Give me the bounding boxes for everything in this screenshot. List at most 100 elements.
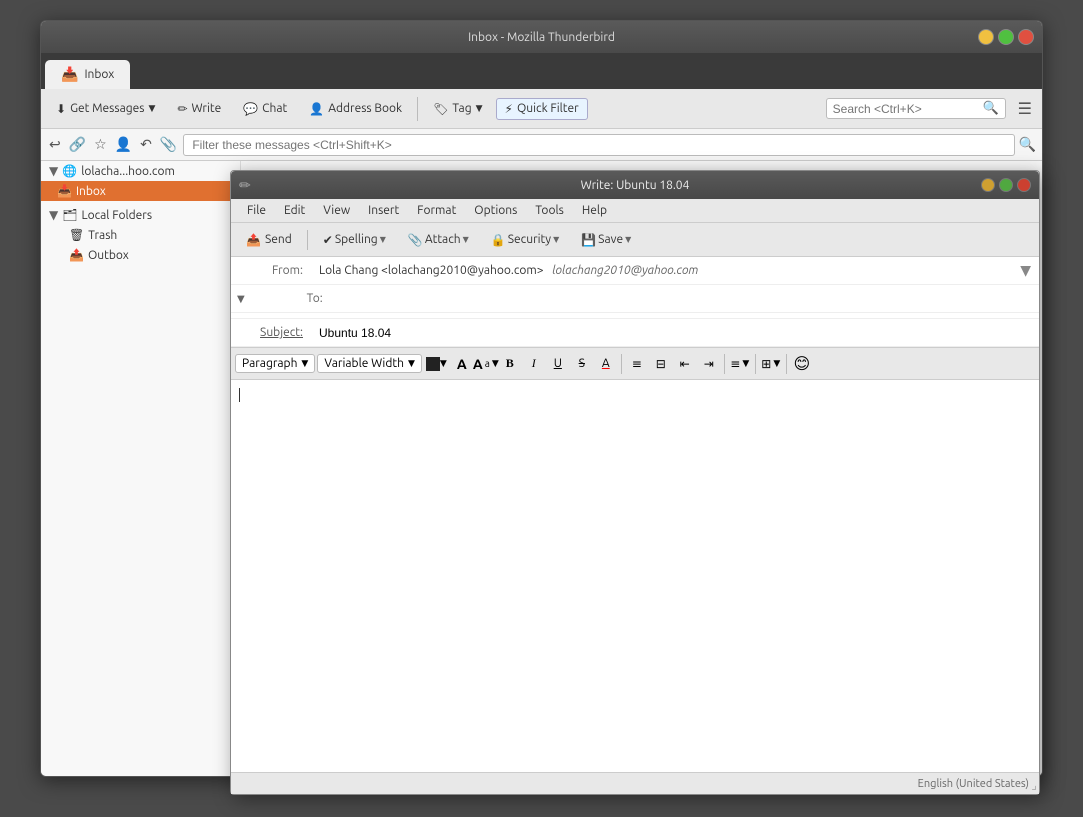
filter-search-icon[interactable]: 🔍 (1019, 136, 1036, 153)
menu-tools[interactable]: Tools (527, 202, 572, 219)
menu-file[interactable]: File (239, 202, 274, 219)
menu-insert[interactable]: Insert (360, 202, 407, 219)
resize-handle[interactable]: ⌟ (1023, 778, 1039, 794)
compose-icon: ✏ (239, 177, 251, 194)
spelling-check-icon: ✔ (323, 233, 333, 247)
security-button[interactable]: 🔒 Security ▼ (482, 229, 568, 251)
spelling-button[interactable]: ✔ Spelling ▼ (314, 229, 395, 251)
font-color-swatch (426, 357, 440, 371)
write-button[interactable]: ✏ Write (168, 97, 230, 121)
text-cursor (239, 388, 240, 402)
format-sep-1 (621, 354, 622, 374)
compose-minimize-button[interactable] (981, 178, 995, 192)
tab-inbox-label: Inbox (84, 68, 114, 81)
menu-view[interactable]: View (315, 202, 358, 219)
compose-window: ✏ Write: Ubuntu 18.04 File Edit View Ins… (230, 170, 1040, 795)
paragraph-style-dropdown[interactable]: Paragraph ▼ (235, 354, 315, 373)
sidebar-item-trash[interactable]: 🗑 Trash (41, 225, 240, 245)
sidebar-local-folders-label: Local Folders (81, 209, 152, 222)
menu-help[interactable]: Help (574, 202, 615, 219)
menu-options[interactable]: Options (466, 202, 525, 219)
sidebar-account[interactable]: ▼ 🌐 lolacha...hoo.com (41, 161, 240, 181)
font-label: Variable Width (324, 357, 404, 370)
main-toolbar: ⬇ Get Messages ▼ ✏ Write 💬 Chat 👤 Addres… (41, 89, 1042, 129)
to-input[interactable] (331, 288, 1039, 310)
filter-bar: ↩ 🔗 ☆ 👤 ↶ 📎 🔍 (41, 129, 1042, 161)
to-expand-button[interactable]: ▼ (231, 289, 251, 309)
compose-body[interactable] (231, 380, 1039, 772)
from-secondary: lolachang2010@yahoo.com (552, 264, 698, 277)
outdent-button[interactable]: ⇤ (674, 353, 696, 375)
search-input[interactable] (833, 102, 983, 116)
search-box[interactable]: 🔍 (826, 98, 1006, 119)
font-color-button[interactable]: ▼ (424, 355, 449, 373)
attach-label: Attach (425, 233, 461, 246)
get-messages-button[interactable]: ⬇ Get Messages ▼ (47, 97, 164, 121)
menu-format[interactable]: Format (409, 202, 464, 219)
font-color-arrow: ▼ (440, 358, 447, 369)
quick-filter-button[interactable]: ⚡ Quick Filter (496, 98, 588, 120)
chat-button[interactable]: 💬 Chat (234, 97, 296, 121)
align-dropdown[interactable]: ≡ ▼ (729, 353, 751, 375)
font-size-dropdown[interactable]: A a ▼ (475, 353, 497, 375)
insert-dropdown[interactable]: ⊞ ▼ (760, 353, 782, 375)
font-size-a-small: a (485, 358, 490, 369)
text-color-button[interactable]: A (595, 353, 617, 375)
titlebar-title: Inbox - Mozilla Thunderbird (468, 31, 615, 44)
sidebar-item-local-folders[interactable]: ▼ 🗂 Local Folders (41, 205, 240, 225)
attach-button[interactable]: 📎 Attach ▼ (399, 229, 478, 251)
reply-icon[interactable]: ↩ (47, 134, 63, 155)
underline-button[interactable]: U (547, 353, 569, 375)
hamburger-menu[interactable]: ☰ (1014, 95, 1036, 122)
subject-label: Subject: (231, 326, 311, 339)
compose-maximize-button[interactable] (999, 178, 1013, 192)
subject-input[interactable] (311, 322, 1039, 344)
font-dropdown[interactable]: Variable Width ▼ (317, 354, 422, 373)
close-button[interactable] (1018, 29, 1034, 45)
compose-close-button[interactable] (1017, 178, 1031, 192)
star-icon[interactable]: ☆ (92, 134, 109, 155)
contact-icon[interactable]: 👤 (113, 134, 134, 155)
strikethrough-button[interactable]: S (571, 353, 593, 375)
local-folders-icon: 🗂 (62, 208, 77, 222)
address-book-button[interactable]: 👤 Address Book (300, 97, 411, 121)
compose-statusbar: English (United States) (231, 772, 1039, 794)
minimize-button[interactable] (978, 29, 994, 45)
tag-button[interactable]: 🏷 Tag ▼ (424, 97, 491, 121)
italic-button[interactable]: I (523, 353, 545, 375)
sidebar-item-outbox[interactable]: 📤 Outbox (41, 245, 240, 265)
outbox-icon: 📤 (69, 248, 84, 262)
indent-button[interactable]: ⇥ (698, 353, 720, 375)
maximize-button[interactable] (998, 29, 1014, 45)
bold-button[interactable]: B (499, 353, 521, 375)
compose-locale: English (United States) (918, 778, 1029, 790)
save-button[interactable]: 💾 Save ▼ (572, 229, 640, 251)
account-toggle-icon: ▼ (49, 164, 58, 178)
attach-icon[interactable]: 📎 (158, 134, 179, 155)
font-arrow: ▼ (408, 358, 415, 369)
tab-inbox[interactable]: 📥 Inbox (45, 60, 130, 89)
filter-input[interactable] (183, 134, 1014, 156)
increase-font-button[interactable]: A (451, 353, 473, 375)
inbox-tab-icon: 📥 (61, 66, 78, 83)
undo-icon[interactable]: ↶ (138, 134, 154, 155)
menu-edit[interactable]: Edit (276, 202, 313, 219)
filter-icons: ↩ 🔗 ☆ 👤 ↶ 📎 (47, 134, 179, 155)
send-button[interactable]: 📤 Send (237, 229, 301, 251)
from-dropdown-icon[interactable]: ▼ (1020, 262, 1039, 279)
save-arrow: ▼ (625, 235, 631, 244)
insert-arrow: ▼ (773, 358, 780, 369)
emoji-button[interactable]: 😊 (791, 353, 813, 375)
trash-icon: 🗑 (69, 228, 84, 242)
ordered-list-button[interactable]: ≡ (626, 353, 648, 375)
from-primary: Lola Chang <lolachang2010@yahoo.com> (319, 264, 544, 277)
link-icon[interactable]: 🔗 (67, 134, 88, 155)
get-messages-label: Get Messages (70, 102, 144, 115)
window-controls (978, 29, 1034, 45)
subject-label-text: Subject: (260, 326, 303, 339)
text-color-icon: A (602, 357, 610, 370)
sidebar-item-inbox[interactable]: 📥 Inbox (41, 181, 240, 201)
unordered-list-button[interactable]: ⊟ (650, 353, 672, 375)
save-label: Save (598, 233, 623, 246)
sidebar-inbox-label: Inbox (76, 185, 106, 198)
